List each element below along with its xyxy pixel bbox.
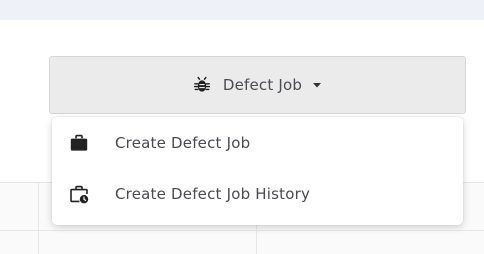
briefcase-history-icon <box>69 184 89 204</box>
dropdown-label: Defect Job <box>222 76 303 94</box>
menu-item-label: Create Defect Job <box>115 134 251 152</box>
top-toolbar-band <box>0 0 484 20</box>
table-row-divider <box>0 230 484 231</box>
caret-down-icon <box>312 80 322 90</box>
defect-job-menu: Create Defect Job Create Defect Job Hist… <box>52 117 463 225</box>
menu-item-create-defect-job-history[interactable]: Create Defect Job History <box>52 174 463 214</box>
table-column-divider <box>38 182 39 254</box>
menu-item-label: Create Defect Job History <box>115 185 311 203</box>
defect-job-dropdown-button[interactable]: Defect Job <box>49 56 466 114</box>
bug-icon <box>193 76 211 94</box>
briefcase-icon <box>69 133 89 153</box>
menu-item-create-defect-job[interactable]: Create Defect Job <box>52 123 463 163</box>
